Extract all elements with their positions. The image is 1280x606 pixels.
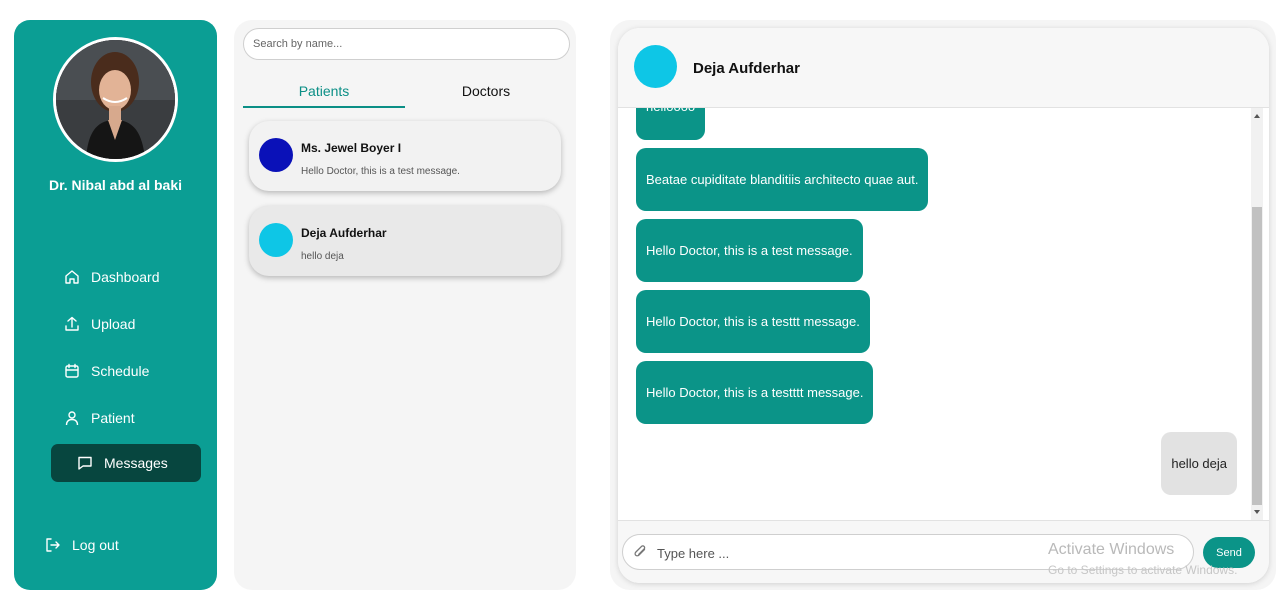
active-tab-indicator (243, 106, 405, 108)
scroll-up-icon[interactable] (1254, 114, 1260, 118)
chat-window: Deja Aufderhar helloooo Beatae cupiditat… (618, 28, 1269, 583)
chat-contact-avatar (634, 45, 677, 88)
logout-icon (44, 536, 62, 554)
app-root: Dr. Nibal abd al baki Dashboard Upload S… (0, 0, 1280, 606)
attachment-icon[interactable] (633, 544, 649, 565)
search-input[interactable] (243, 28, 570, 60)
contacts-panel: Patients Doctors Ms. Jewel Boyer I Hello… (234, 20, 576, 590)
contact-avatar (259, 223, 293, 257)
sidebar-item-schedule[interactable]: Schedule (51, 352, 201, 390)
doctor-name: Dr. Nibal abd al baki (48, 177, 183, 193)
user-icon (63, 409, 81, 427)
sidebar-item-label: Patient (91, 410, 135, 426)
message-bubble: Hello Doctor, this is a testttt message. (636, 361, 874, 424)
logout-label: Log out (72, 537, 119, 553)
upload-icon (63, 315, 81, 333)
sidebar-item-upload[interactable]: Upload (51, 305, 201, 343)
message-list[interactable]: helloooo Beatae cupiditate blanditiis ar… (618, 108, 1269, 520)
message-bubble: Hello Doctor, this is a test message. (636, 219, 863, 282)
scrollbar-thumb[interactable] (1252, 207, 1262, 505)
message-bubble: Hello Doctor, this is a testtt message. (636, 290, 870, 353)
sidebar-item-messages[interactable]: Messages (51, 444, 201, 482)
chat-contact-name: Deja Aufderhar (693, 60, 800, 77)
message-icon (76, 454, 94, 472)
activate-windows-subtitle: Go to Settings to activate Windows. (1048, 563, 1238, 577)
contact-name: Deja Aufderhar (301, 226, 387, 240)
contact-last-message: Hello Doctor, this is a test message. (301, 166, 460, 177)
message-scrollbar[interactable] (1251, 108, 1263, 520)
sidebar-item-patient[interactable]: Patient (51, 399, 201, 437)
sidebar-item-label: Messages (104, 455, 168, 471)
doctor-photo-icon (56, 40, 175, 159)
sidebar: Dr. Nibal abd al baki Dashboard Upload S… (14, 20, 217, 590)
chat-panel: Deja Aufderhar helloooo Beatae cupiditat… (610, 20, 1276, 590)
contact-name: Ms. Jewel Boyer I (301, 141, 402, 155)
sidebar-item-label: Schedule (91, 363, 150, 379)
message-bubble: helloooo (636, 108, 706, 140)
contact-card[interactable]: Deja Aufderhar hello deja (249, 206, 561, 276)
logout-button[interactable]: Log out (32, 526, 182, 564)
contact-card[interactable]: Ms. Jewel Boyer I Hello Doctor, this is … (249, 121, 561, 191)
sidebar-item-label: Upload (91, 316, 136, 332)
sidebar-item-label: Dashboard (91, 269, 160, 285)
chat-header: Deja Aufderhar (618, 28, 1269, 108)
contact-last-message: hello deja (301, 251, 344, 262)
doctor-avatar (53, 37, 178, 162)
message-bubble: Beatae cupiditate blanditiis architecto … (636, 148, 929, 211)
tab-doctors[interactable]: Doctors (405, 83, 567, 99)
tab-patients[interactable]: Patients (243, 83, 405, 99)
home-icon (63, 268, 81, 286)
activate-windows-title: Activate Windows (1048, 541, 1175, 558)
sidebar-item-dashboard[interactable]: Dashboard (51, 258, 201, 296)
scroll-down-icon[interactable] (1254, 510, 1260, 514)
calendar-icon (63, 362, 81, 380)
message-bubble-own: hello deja (1161, 432, 1237, 495)
contact-avatar (259, 138, 293, 172)
